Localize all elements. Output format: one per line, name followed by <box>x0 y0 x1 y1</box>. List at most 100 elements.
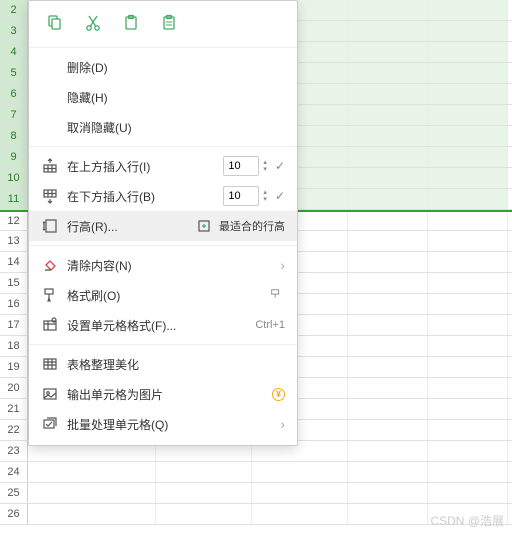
cell[interactable] <box>156 483 252 503</box>
menu-row-height[interactable]: 行高(R)... <box>29 211 187 241</box>
row-header[interactable]: 9 <box>0 147 28 167</box>
cell[interactable] <box>428 504 508 524</box>
cell[interactable] <box>28 462 156 482</box>
cell[interactable] <box>348 315 428 335</box>
cell[interactable] <box>156 504 252 524</box>
cell[interactable] <box>348 84 428 104</box>
cell[interactable] <box>348 420 428 440</box>
copy-icon[interactable] <box>45 13 65 33</box>
cell[interactable] <box>348 212 428 230</box>
paste-icon[interactable] <box>121 13 141 33</box>
menu-delete[interactable]: 删除(D) <box>29 52 297 82</box>
cell[interactable] <box>428 462 508 482</box>
menu-format-painter[interactable]: 格式刷(O) <box>29 280 297 310</box>
row-header[interactable]: 14 <box>0 252 28 272</box>
cell[interactable] <box>428 315 508 335</box>
row-header[interactable]: 17 <box>0 315 28 335</box>
cell[interactable] <box>348 399 428 419</box>
cell[interactable] <box>348 168 428 188</box>
cell[interactable] <box>348 504 428 524</box>
insert-below-count[interactable] <box>223 186 259 206</box>
cell[interactable] <box>428 357 508 377</box>
cell[interactable] <box>428 441 508 461</box>
row-header[interactable]: 23 <box>0 441 28 461</box>
row-header[interactable]: 5 <box>0 63 28 83</box>
cell[interactable] <box>348 462 428 482</box>
cell[interactable] <box>348 483 428 503</box>
cell[interactable] <box>348 63 428 83</box>
insert-above-count[interactable] <box>223 156 259 176</box>
menu-unhide[interactable]: 取消隐藏(U) <box>29 112 297 142</box>
cell[interactable] <box>428 21 508 41</box>
menu-table-beautify[interactable]: 表格整理美化 <box>29 349 297 379</box>
cell[interactable] <box>428 252 508 272</box>
cell[interactable] <box>28 483 156 503</box>
row-header[interactable]: 25 <box>0 483 28 503</box>
row-header[interactable]: 7 <box>0 105 28 125</box>
cell[interactable] <box>348 252 428 272</box>
cell[interactable] <box>348 21 428 41</box>
cell[interactable] <box>428 63 508 83</box>
cell[interactable] <box>428 336 508 356</box>
cell[interactable] <box>348 126 428 146</box>
cell[interactable] <box>252 462 348 482</box>
menu-batch-process[interactable]: 批量处理单元格(Q) › <box>29 409 297 439</box>
cell[interactable] <box>428 84 508 104</box>
row-header[interactable]: 8 <box>0 126 28 146</box>
cell[interactable] <box>348 294 428 314</box>
cell[interactable] <box>348 378 428 398</box>
menu-clear-contents[interactable]: 清除内容(N) › <box>29 250 297 280</box>
cut-icon[interactable] <box>83 13 103 33</box>
menu-hide[interactable]: 隐藏(H) <box>29 82 297 112</box>
cell[interactable] <box>428 231 508 251</box>
spin-up[interactable]: ▴ <box>263 189 267 196</box>
cell[interactable] <box>428 294 508 314</box>
row-header[interactable]: 20 <box>0 378 28 398</box>
row-header[interactable]: 11 <box>0 189 28 209</box>
cell[interactable] <box>428 42 508 62</box>
row-header[interactable]: 3 <box>0 21 28 41</box>
confirm-icon[interactable]: ✓ <box>275 189 285 203</box>
cell[interactable] <box>428 273 508 293</box>
cell[interactable] <box>348 105 428 125</box>
cell[interactable] <box>348 42 428 62</box>
row-header[interactable]: 6 <box>0 84 28 104</box>
cell[interactable] <box>428 399 508 419</box>
cell[interactable] <box>428 212 508 230</box>
menu-export-image[interactable]: 输出单元格为图片 ¥ <box>29 379 297 409</box>
confirm-icon[interactable]: ✓ <box>275 159 285 173</box>
row-header[interactable]: 26 <box>0 504 28 524</box>
cell[interactable] <box>428 168 508 188</box>
row-header[interactable]: 2 <box>0 0 28 20</box>
cell[interactable] <box>428 420 508 440</box>
row-header[interactable]: 13 <box>0 231 28 251</box>
row-header[interactable]: 16 <box>0 294 28 314</box>
cell[interactable] <box>348 189 428 209</box>
menu-insert-above[interactable]: 在上方插入行(I) ▴▾ ✓ <box>29 151 297 181</box>
row-header[interactable]: 19 <box>0 357 28 377</box>
menu-cell-format[interactable]: 设置单元格格式(F)... Ctrl+1 <box>29 310 297 340</box>
cell[interactable] <box>348 0 428 20</box>
paste-special-icon[interactable] <box>159 13 179 33</box>
spin-down[interactable]: ▾ <box>263 166 267 173</box>
row-header[interactable]: 18 <box>0 336 28 356</box>
cell[interactable] <box>348 336 428 356</box>
cell[interactable] <box>28 504 156 524</box>
cell[interactable] <box>348 357 428 377</box>
row-header[interactable]: 12 <box>0 212 28 230</box>
spin-up[interactable]: ▴ <box>263 159 267 166</box>
cell[interactable] <box>252 483 348 503</box>
cell[interactable] <box>348 231 428 251</box>
row-header[interactable]: 22 <box>0 420 28 440</box>
cell[interactable] <box>252 504 348 524</box>
cell[interactable] <box>428 378 508 398</box>
row-header[interactable]: 24 <box>0 462 28 482</box>
cell[interactable] <box>428 0 508 20</box>
cell[interactable] <box>428 483 508 503</box>
cell[interactable] <box>428 126 508 146</box>
spin-down[interactable]: ▾ <box>263 196 267 203</box>
cell[interactable] <box>348 147 428 167</box>
row-header[interactable]: 10 <box>0 168 28 188</box>
cell[interactable] <box>348 273 428 293</box>
cell[interactable] <box>428 147 508 167</box>
